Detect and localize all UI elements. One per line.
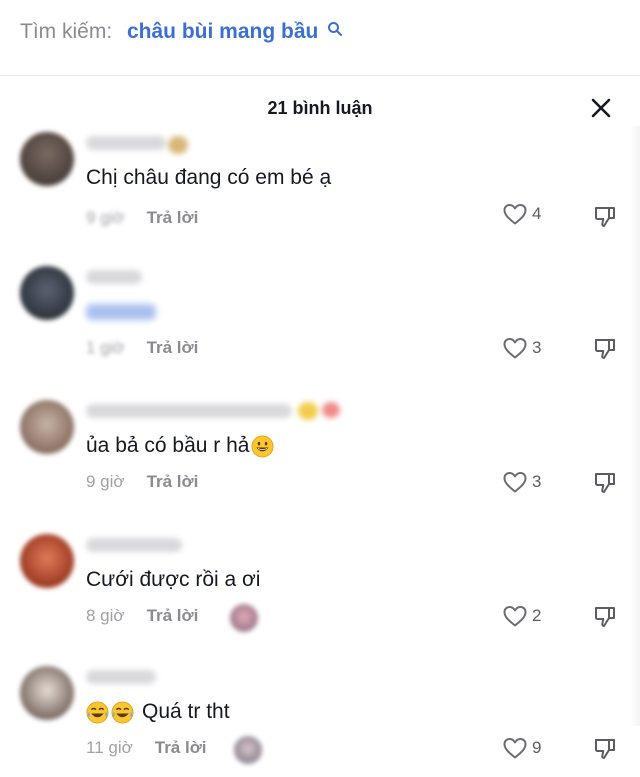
- like-button[interactable]: 9: [502, 736, 541, 760]
- close-icon[interactable]: [588, 95, 614, 121]
- thumbs-down-icon[interactable]: [592, 470, 618, 496]
- comment-meta: 9 giờ Trả lời: [86, 472, 198, 492]
- heart-outline-icon: [503, 338, 527, 359]
- badge-blurred: [168, 136, 188, 154]
- username-blurred[interactable]: [86, 670, 156, 684]
- like-count: 3: [532, 472, 542, 491]
- comment-time: 8 giờ: [86, 606, 125, 625]
- avatar[interactable]: [20, 534, 74, 588]
- reply-button[interactable]: Trả lời: [147, 338, 199, 358]
- username-blurred[interactable]: [86, 270, 142, 284]
- comment-text: ủa bả có bầu r hả: [86, 434, 274, 458]
- search-icon[interactable]: [327, 21, 343, 37]
- comment-text: Chị châu đang có em bé ạ: [86, 166, 332, 189]
- username-blurred[interactable]: [86, 136, 166, 150]
- comment-item: 1 giờ Trả lời 3: [0, 266, 640, 396]
- badge-blurred: [298, 402, 318, 420]
- tears-of-joy-emoji-icon: [111, 700, 134, 724]
- thumbs-down-icon[interactable]: [592, 336, 618, 362]
- comment-time: 1 giờ: [86, 338, 125, 357]
- comment-meta: 1 giờ Trả lời: [86, 338, 198, 358]
- avatar[interactable]: [20, 132, 74, 186]
- reply-avatar[interactable]: [230, 604, 258, 632]
- comment-meta: 11 giờ Trả lời: [86, 738, 207, 758]
- username-blurred[interactable]: [86, 538, 182, 552]
- reply-avatar[interactable]: [234, 736, 262, 764]
- avatar[interactable]: [20, 266, 74, 320]
- username-blurred[interactable]: [86, 404, 292, 418]
- search-label: Tìm kiếm:: [20, 20, 113, 43]
- comment-item: ủa bả có bầu r hả 9 giờ Trả lời 3: [0, 400, 640, 530]
- like-button[interactable]: 2: [502, 604, 541, 628]
- heart-outline-icon: [503, 606, 527, 627]
- comment-count: 21 bình luận: [267, 98, 373, 118]
- reply-button[interactable]: Trả lời: [155, 738, 207, 758]
- reply-button[interactable]: Trả lời: [147, 606, 199, 626]
- badge-blurred: [322, 402, 340, 418]
- comment-text: Cưới được rồi a ơi: [86, 568, 261, 591]
- like-count: 2: [532, 606, 542, 625]
- mention-blurred[interactable]: [86, 304, 156, 320]
- heart-outline-icon: [503, 204, 527, 225]
- search-bar[interactable]: Tìm kiếm: châu bùi mang bầu: [0, 0, 640, 76]
- comment-meta: 8 giờ Trả lời: [86, 606, 198, 626]
- tears-of-joy-emoji-icon: [86, 700, 109, 724]
- comment-time: 9 giờ: [86, 208, 125, 227]
- avatar[interactable]: [20, 400, 74, 454]
- like-count: 3: [532, 338, 542, 357]
- search-query[interactable]: châu bùi mang bầu: [127, 20, 318, 44]
- heart-outline-icon: [503, 472, 527, 493]
- comment-meta: 9 giờ Trả lời: [86, 208, 198, 228]
- grinning-emoji-icon: [251, 434, 274, 458]
- like-count: 4: [532, 204, 542, 223]
- like-button[interactable]: 4: [502, 202, 541, 226]
- comment-time: 9 giờ: [86, 472, 125, 491]
- like-count: 9: [532, 738, 542, 757]
- comment-item: Chị châu đang có em bé ạ 9 giờ Trả lời 4: [0, 132, 640, 262]
- reply-button[interactable]: Trả lời: [147, 208, 199, 228]
- comments-header: 21 bình luận: [0, 86, 640, 126]
- like-button[interactable]: 3: [502, 470, 541, 494]
- heart-outline-icon: [503, 738, 527, 759]
- thumbs-down-icon[interactable]: [592, 736, 618, 762]
- comment-time: 11 giờ: [86, 738, 133, 757]
- like-button[interactable]: 3: [502, 336, 541, 360]
- reply-button[interactable]: Trả lời: [147, 472, 199, 492]
- comment-item: Quá tr tht 11 giờ Trả lời 9: [0, 666, 640, 777]
- comment-text: Quá tr tht: [86, 700, 230, 724]
- thumbs-down-icon[interactable]: [592, 204, 618, 230]
- comment-item: Cưới được rồi a ơi 8 giờ Trả lời 2: [0, 534, 640, 664]
- thumbs-down-icon[interactable]: [592, 604, 618, 630]
- avatar[interactable]: [20, 666, 74, 720]
